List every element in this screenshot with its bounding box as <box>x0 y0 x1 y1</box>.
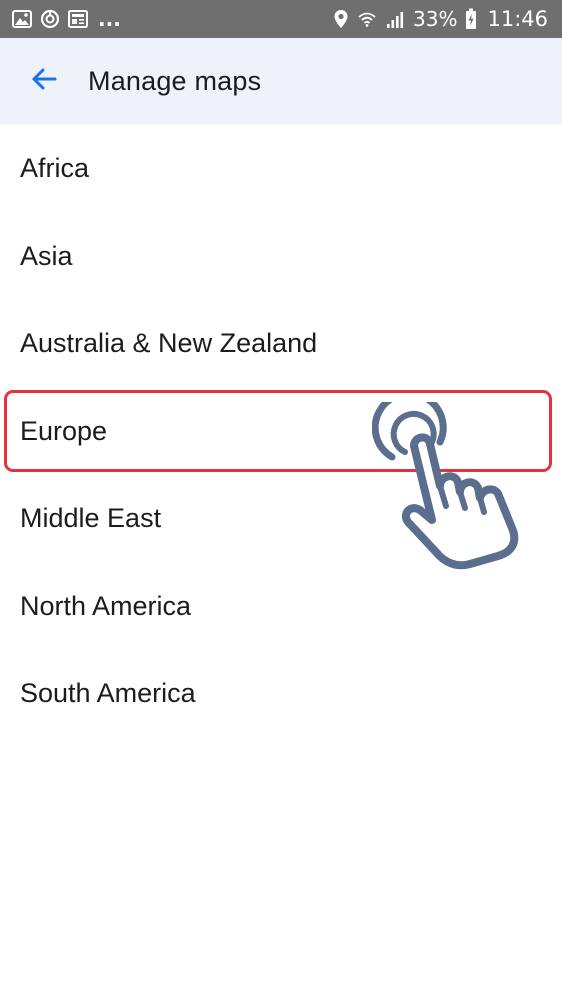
status-overflow: ... <box>98 7 121 31</box>
region-item-africa[interactable]: Africa <box>0 125 562 213</box>
region-label: Africa <box>20 153 90 184</box>
region-label: Europe <box>20 415 108 446</box>
clock: 11:46 <box>487 7 548 31</box>
status-bar-right: 33% 11:46 <box>333 7 548 31</box>
region-item-australia-new-zealand[interactable]: Australia & New Zealand <box>0 300 562 388</box>
region-item-europe[interactable]: Europe <box>0 388 562 476</box>
sync-icon <box>40 9 60 29</box>
image-icon <box>12 10 32 28</box>
news-icon <box>68 10 88 28</box>
region-label: Middle East <box>20 503 162 534</box>
region-item-north-america[interactable]: North America <box>0 563 562 651</box>
arrow-left-icon <box>30 65 58 98</box>
location-icon <box>333 9 349 29</box>
signal-icon <box>385 9 405 29</box>
status-bar-left: ... <box>12 9 121 29</box>
region-item-south-america[interactable]: South America <box>0 650 562 738</box>
wifi-icon <box>357 9 377 29</box>
app-bar: Manage maps <box>0 38 562 125</box>
region-item-asia[interactable]: Asia <box>0 213 562 301</box>
status-bar: ... 33% 11:46 <box>0 0 562 38</box>
region-label: North America <box>20 590 192 621</box>
page-title: Manage maps <box>88 66 262 96</box>
battery-icon <box>465 8 477 30</box>
region-label: Australia & New Zealand <box>20 328 318 359</box>
region-label: Asia <box>20 240 73 271</box>
battery-percent: 33% <box>413 7 458 31</box>
region-list: Africa Asia Australia & New Zealand Euro… <box>0 125 562 738</box>
region-label: South America <box>20 678 196 709</box>
region-item-middle-east[interactable]: Middle East <box>0 475 562 563</box>
back-button[interactable] <box>24 62 64 102</box>
